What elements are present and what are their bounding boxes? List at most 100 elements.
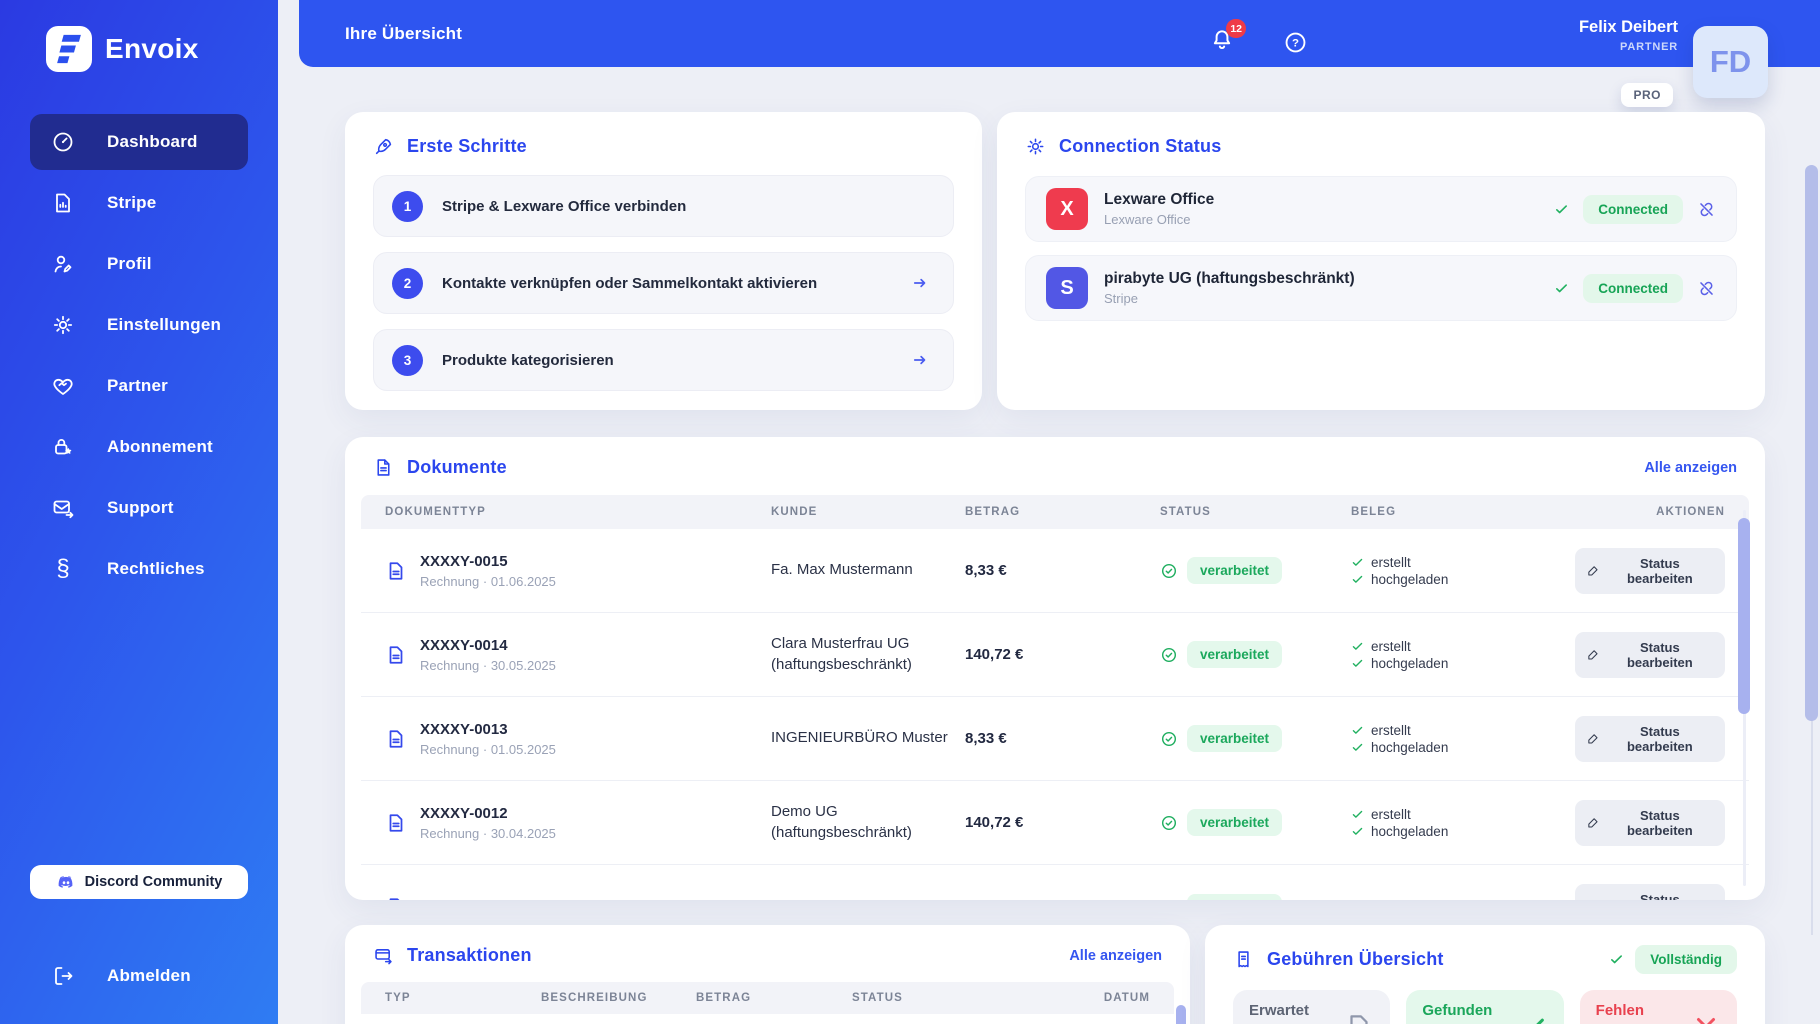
table-row[interactable]: XXXXY-0015 Rechnung · 01.06.2025 Fa. Max…	[361, 529, 1749, 613]
column-header: BESCHREIBUNG	[541, 992, 648, 1004]
document-meta: Rechnung · 30.05.2025	[420, 657, 556, 673]
dokumente-title: Dokumente	[407, 457, 507, 477]
connection-status-card: Connection Status X Lexware Office Lexwa…	[997, 112, 1765, 410]
receipt-icon	[1233, 949, 1254, 970]
sidebar-item-profil[interactable]: Profil	[30, 236, 248, 292]
table-scrollbar-thumb[interactable]	[1738, 518, 1750, 714]
status-bearbeiten-button[interactable]: Status bearbeiten	[1575, 715, 1725, 762]
circle-check-icon	[1160, 646, 1178, 664]
logout-label: Abmelden	[107, 966, 191, 985]
step-item-1[interactable]: 1 Stripe & Lexware Office verbinden	[373, 175, 954, 237]
status-bearbeiten-button[interactable]: Status bearbeiten	[1575, 884, 1725, 900]
file-chart-icon	[51, 191, 75, 215]
avatar[interactable]: FD	[1693, 26, 1768, 98]
table-row[interactable]: XXXXY-0013 Rechnung · 01.05.2025 INGENIE…	[361, 697, 1749, 781]
beleg-status: hochgeladen	[1371, 655, 1449, 671]
kunde-cell: INGENIEURBÜRO Muster	[771, 729, 948, 747]
unlink-button[interactable]	[1697, 200, 1716, 219]
circle-check-icon	[1160, 562, 1178, 580]
gebuehren-card: Gebühren Übersicht Vollständig Erwartet …	[1205, 925, 1765, 1024]
x-icon	[1691, 1012, 1721, 1024]
step-label: Kontakte verknüpfen oder Sammelkontakt a…	[442, 274, 818, 292]
discord-community-button[interactable]: Discord Community	[30, 865, 248, 899]
sidebar-item-stripe[interactable]: Stripe	[30, 175, 248, 231]
status-badge: verarbeitet	[1187, 557, 1283, 584]
edit-icon	[1588, 566, 1598, 576]
help-button[interactable]: ?	[1283, 30, 1308, 58]
column-header: KUNDE	[771, 506, 818, 518]
sidebar-item-support[interactable]: Support	[30, 480, 248, 536]
betrag-cell: 140,72 €	[965, 646, 1024, 663]
step-item-2[interactable]: 2 Kontakte verknüpfen oder Sammelkontakt…	[373, 252, 954, 314]
gebuehren-title: Gebühren Übersicht	[1267, 949, 1444, 969]
betrag-cell: 8,33 €	[965, 562, 1007, 579]
check-icon	[1351, 657, 1364, 670]
credit-card-icon	[373, 945, 394, 966]
lexware-icon: X	[1046, 188, 1088, 230]
tile-fehlen: Fehlen 0	[1579, 990, 1737, 1024]
column-header: AKTIONEN	[1656, 506, 1725, 518]
status-bearbeiten-button[interactable]: Status bearbeiten	[1575, 799, 1725, 846]
document-meta: Rechnung · 30.04.2025	[420, 825, 556, 841]
connection-subtitle: Lexware Office	[1104, 212, 1191, 227]
connection-row-lexware: X Lexware Office Lexware Office Connecte…	[1025, 176, 1737, 242]
plan-badge: PRO	[1621, 83, 1673, 107]
kunde-cell: Demo UG (haftungsbeschränkt)	[771, 803, 912, 841]
status-badge: verarbeitet	[1187, 893, 1283, 900]
step-item-3[interactable]: 3 Produkte kategorisieren	[373, 329, 954, 391]
check-icon	[1351, 808, 1364, 821]
check-icon	[1351, 724, 1364, 737]
check-icon	[1518, 1012, 1548, 1024]
arrow-right-icon	[911, 351, 929, 369]
unlink-icon	[1700, 281, 1713, 295]
sidebar-item-dashboard[interactable]: Dashboard	[30, 114, 248, 170]
page-scrollbar-thumb[interactable]	[1805, 165, 1818, 721]
dokumente-view-all-link[interactable]: Alle anzeigen	[1644, 460, 1737, 476]
sidebar-item-rechtliches[interactable]: § Rechtliches	[30, 541, 248, 597]
transaktionen-scrollbar-thumb[interactable]	[1176, 1005, 1186, 1024]
column-header: BELEG	[1351, 506, 1397, 518]
paragraph-icon: §	[56, 555, 70, 582]
status-badge: verarbeitet	[1187, 809, 1283, 836]
transaktionen-view-all-link[interactable]: Alle anzeigen	[1069, 948, 1162, 964]
document-id: XXXXY-0012	[420, 804, 508, 822]
tile-erwartet: Erwartet 4	[1233, 990, 1391, 1024]
step-label: Produkte kategorisieren	[442, 351, 614, 369]
edit-icon	[1588, 734, 1598, 744]
status-bearbeiten-button[interactable]: Status bearbeiten	[1575, 631, 1725, 678]
document-id: XXXXY-0013	[420, 720, 508, 738]
heart-handshake-icon	[51, 374, 75, 398]
check-icon	[1351, 573, 1364, 586]
beleg-status: erstellt	[1371, 638, 1411, 654]
sidebar-item-partner[interactable]: Partner	[30, 358, 248, 414]
table-row[interactable]: XXXXY-0012 Rechnung · 30.04.2025 Demo UG…	[361, 781, 1749, 865]
betrag-cell: 8,33 €	[965, 730, 1007, 747]
svg-text:?: ?	[1292, 38, 1299, 50]
status-bearbeiten-button[interactable]: Status bearbeiten	[1575, 547, 1725, 594]
status-badge: verarbeitet	[1187, 641, 1283, 668]
gear-icon	[1025, 136, 1046, 157]
discord-icon	[58, 876, 73, 888]
document-meta: Rechnung · 01.06.2025	[420, 573, 556, 589]
table-row[interactable]: XXXXY-0011 M. SCHNEIDER verarbeitet erst…	[361, 865, 1749, 900]
beleg-status: erstellt	[1371, 900, 1411, 901]
document-id: XXXXY-0014	[420, 636, 508, 654]
tile-gefunden: Gefunden 4	[1406, 990, 1564, 1024]
table-row[interactable]: XXXXY-0014 Rechnung · 30.05.2025 Clara M…	[361, 613, 1749, 697]
logout-button[interactable]: Abmelden	[30, 950, 248, 1002]
sidebar-item-einstellungen[interactable]: Einstellungen	[30, 297, 248, 353]
step-number: 2	[392, 267, 423, 299]
status-badge: verarbeitet	[1187, 725, 1283, 752]
sidebar-item-abonnement[interactable]: Abonnement	[30, 419, 248, 475]
sidebar-item-label: Partner	[107, 376, 168, 395]
kunde-cell: Clara Musterfrau UG (haftungsbeschränkt)	[771, 635, 912, 673]
circle-check-icon	[1160, 814, 1178, 832]
betrag-cell: 140,72 €	[965, 814, 1024, 831]
connection-subtitle: Stripe	[1104, 291, 1138, 306]
check-icon	[1351, 741, 1364, 754]
mail-arrow-icon	[51, 496, 75, 520]
notifications-button[interactable]: 12	[1209, 19, 1246, 56]
fee-tiles: Erwartet 4 Gefunden 4 Fehlen 0	[1205, 974, 1765, 1024]
circle-check-icon	[1160, 730, 1178, 748]
unlink-button[interactable]	[1697, 279, 1716, 298]
